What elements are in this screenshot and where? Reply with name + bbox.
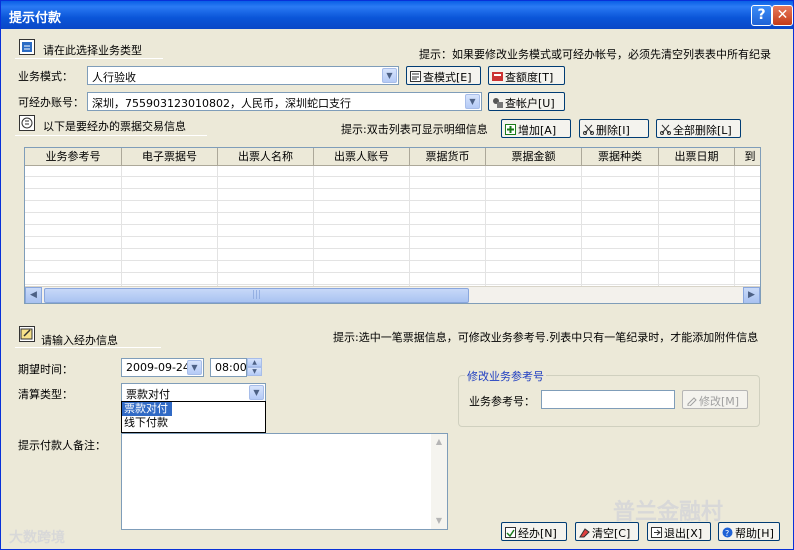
modify-ref-group: 修改业务参考号 业务参考号： 修改[M] — [458, 368, 760, 427]
bill-table[interactable]: 业务参考号 电子票据号 出票人名称 出票人账号 票据货币 票据金额 票据种类 出… — [24, 147, 761, 304]
section-input-icon — [19, 326, 35, 342]
query-quota-button[interactable]: 查额度[T] — [488, 66, 565, 85]
column-header[interactable]: 票据货币 — [410, 148, 486, 166]
section-business-icon — [19, 39, 35, 55]
section-business-heading: 请在此选择业务类型 — [43, 44, 142, 57]
time-spinner[interactable]: ▲ ▼ — [247, 358, 262, 377]
delete-button[interactable]: 删除[I] — [579, 119, 649, 138]
column-header[interactable]: 电子票据号 — [122, 148, 218, 166]
payment-prompt-window: 提示付款 ? ✕ 请在此选择业务类型 提示：如果要修改业务模式或可经办帐号，必须… — [0, 0, 794, 550]
add-icon — [505, 124, 516, 135]
account-select[interactable]: 深圳，755903123010802，人民币，深圳蛇口支行 ▼ — [87, 92, 482, 111]
table-row[interactable] — [25, 190, 760, 201]
table-row[interactable] — [25, 214, 760, 225]
table-header: 业务参考号 电子票据号 出票人名称 出票人账号 票据货币 票据金额 票据种类 出… — [25, 148, 760, 166]
scroll-down-icon[interactable]: ▼ — [431, 513, 447, 529]
table-row[interactable] — [25, 262, 760, 273]
table-row[interactable] — [25, 178, 760, 189]
section-input-heading: 请输入经办信息 — [41, 334, 118, 347]
delete-all-button[interactable]: 全部删除[L] — [656, 119, 741, 138]
column-header[interactable]: 出票人账号 — [314, 148, 410, 166]
section-trade-icon — [19, 115, 35, 131]
ref-number-label: 业务参考号： — [469, 395, 535, 408]
settlement-type-value: 票款对付 — [126, 388, 170, 401]
account-icon — [492, 97, 503, 108]
column-header[interactable]: 到 — [735, 148, 760, 166]
account-label: 可经办账号： — [18, 96, 84, 109]
section-divider — [15, 135, 207, 136]
chevron-down-icon[interactable]: ▼ — [249, 385, 264, 400]
section-divider — [15, 347, 161, 348]
section-trade-heading: 以下是要经办的票据交易信息 — [43, 120, 186, 133]
ref-number-input[interactable] — [541, 390, 675, 409]
table-row[interactable] — [25, 226, 760, 237]
table-row[interactable] — [25, 238, 760, 249]
svg-text:?: ? — [725, 529, 729, 538]
section-business-hint: 提示：如果要修改业务模式或可经办帐号，必须先清空列表表中所有纪录 — [419, 48, 771, 61]
calendar-dropdown-icon[interactable]: ▼ — [187, 360, 202, 375]
settlement-type-select[interactable]: 票款对付 ▼ — [121, 383, 266, 402]
close-button[interactable]: ✕ — [772, 5, 793, 26]
column-header[interactable]: 业务参考号 — [25, 148, 122, 166]
expected-time-input[interactable]: 08:00 — [210, 358, 247, 377]
table-row[interactable] — [25, 250, 760, 261]
mode-icon — [410, 71, 421, 82]
chevron-down-icon[interactable]: ▼ — [382, 68, 397, 83]
submit-button[interactable]: 经办[N] — [501, 522, 567, 541]
add-button[interactable]: 增加[A] — [501, 119, 571, 138]
expected-date-picker[interactable]: 2009-09-24 ▼ — [121, 358, 204, 377]
horizontal-scrollbar[interactable]: ◀ ||| ▶ — [25, 286, 760, 303]
expected-date-value: 2009-09-24 — [126, 361, 190, 374]
expected-time-value: 08:00 — [215, 361, 247, 374]
spin-up-icon[interactable]: ▲ — [247, 358, 262, 367]
section-divider — [15, 58, 163, 59]
edit-icon — [686, 395, 697, 407]
column-header[interactable]: 票据金额 — [486, 148, 582, 166]
scrollbar-thumb[interactable]: ||| — [44, 288, 469, 303]
watermark-right: 普兰金融村 — [613, 500, 724, 525]
help-icon: ? — [722, 527, 733, 538]
scroll-left-icon[interactable]: ◀ — [25, 287, 42, 303]
modify-button[interactable]: 修改[M] — [682, 390, 748, 409]
window-title: 提示付款 — [9, 11, 62, 26]
business-mode-select[interactable]: 人行验收 ▼ — [87, 66, 399, 85]
vertical-scrollbar[interactable]: ▲ ▼ — [431, 434, 447, 529]
table-row[interactable] — [25, 202, 760, 213]
column-header[interactable]: 票据种类 — [582, 148, 659, 166]
business-mode-value: 人行验收 — [92, 71, 136, 84]
exit-icon — [651, 527, 662, 538]
scroll-up-icon[interactable]: ▲ — [431, 434, 447, 450]
table-row[interactable] — [25, 166, 760, 177]
dropdown-option[interactable]: 票款对付 — [122, 402, 172, 416]
remarks-textarea[interactable]: ▲ ▼ — [121, 433, 448, 530]
help-title-button[interactable]: ? — [751, 5, 772, 26]
chevron-down-icon[interactable]: ▼ — [465, 94, 480, 109]
spin-down-icon[interactable]: ▼ — [247, 367, 262, 376]
business-mode-label: 业务模式： — [18, 70, 73, 83]
account-value: 深圳，755903123010802，人民币，深圳蛇口支行 — [92, 97, 351, 110]
table-row[interactable] — [25, 274, 760, 285]
help-button[interactable]: ? 帮助[H] — [718, 522, 780, 541]
eraser-icon — [579, 527, 590, 538]
section-input-hint: 提示:选中一笔票据信息，可修改业务参考号.列表中只有一笔纪录时，才能添加附件信息 — [333, 331, 759, 344]
modify-ref-legend: 修改业务参考号 — [465, 368, 546, 384]
settlement-dropdown-list[interactable]: 票款对付 线下付款 — [121, 401, 266, 433]
column-header[interactable]: 出票日期 — [659, 148, 735, 166]
column-header[interactable]: 出票人名称 — [218, 148, 314, 166]
scroll-right-icon[interactable]: ▶ — [743, 287, 760, 303]
scissors-icon — [660, 124, 671, 135]
expected-time-label: 期望时间： — [18, 363, 73, 376]
quota-icon — [492, 71, 503, 82]
scissors-icon — [583, 124, 594, 135]
settlement-type-label: 清算类型： — [18, 388, 73, 401]
title-bar: 提示付款 ? ✕ — [1, 1, 793, 29]
query-account-button[interactable]: 查帐户[U] — [488, 92, 565, 111]
watermark-left: 大数跨境 — [9, 530, 65, 546]
remarks-label: 提示付款人备注： — [18, 439, 106, 452]
dropdown-option[interactable]: 线下付款 — [122, 416, 265, 430]
section-trade-hint: 提示:双击列表可显示明细信息 — [341, 123, 488, 136]
submit-icon — [505, 527, 516, 538]
query-mode-button[interactable]: 查模式[E] — [406, 66, 481, 85]
